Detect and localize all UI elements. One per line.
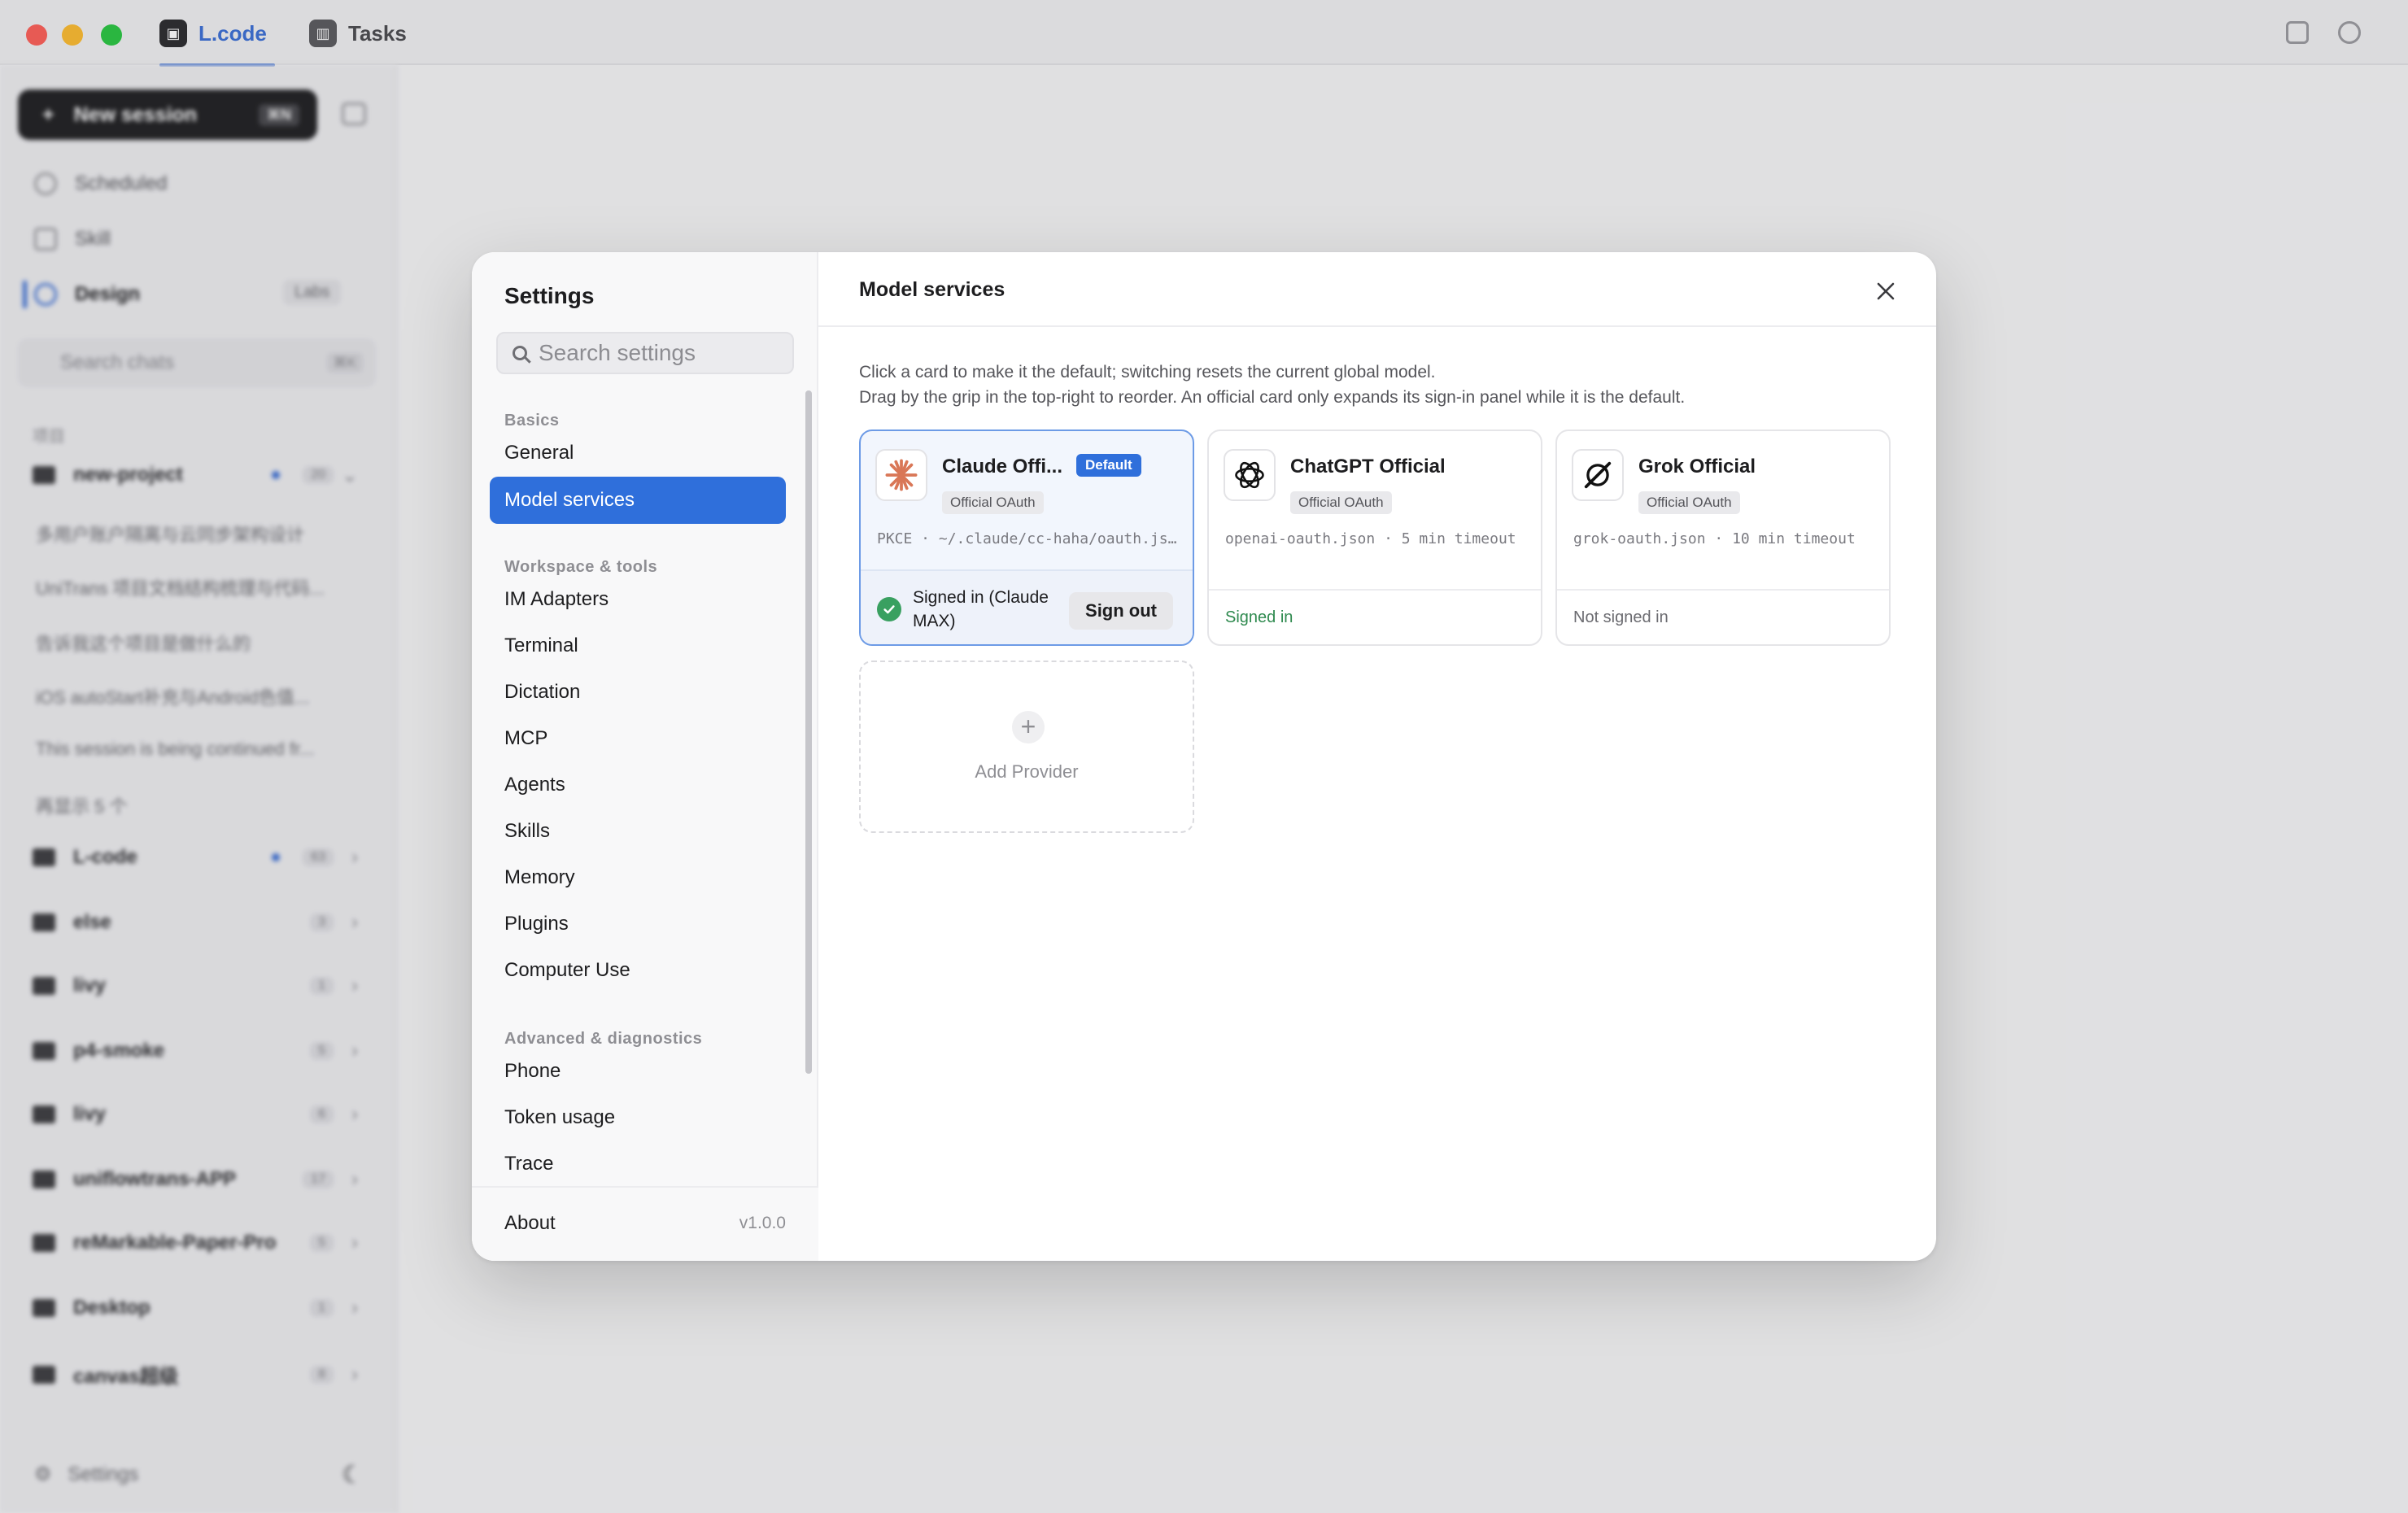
provider-detail: openai-oauth.json · 5 min timeout — [1225, 530, 1516, 547]
nav-item-trace[interactable]: Trace — [490, 1140, 786, 1188]
search-icon — [513, 346, 527, 360]
description-line: Drag by the grip in the top-right to reo… — [859, 388, 1686, 407]
sign-out-button[interactable]: Sign out — [1069, 592, 1173, 630]
nav-item-about[interactable]: About — [504, 1212, 556, 1235]
provider-card-chatgpt[interactable]: ChatGPT Official Official OAuth openai-o… — [1207, 429, 1542, 646]
settings-nav-scrollbar[interactable] — [805, 390, 812, 1074]
default-badge: Default — [1076, 454, 1141, 477]
provider-name: Claude Offi... — [942, 456, 1063, 477]
claude-icon — [875, 449, 927, 501]
nav-group-advanced-diagnostics: Advanced & diagnostics — [504, 1030, 703, 1048]
provider-card-claude[interactable]: Claude Offi... Default Official OAuth PK… — [859, 429, 1194, 646]
sign-in-status: Signed in (Claude MAX) — [877, 586, 1067, 633]
provider-detail: grok-oauth.json · 10 min timeout — [1573, 530, 1856, 547]
plus-icon: + — [1012, 711, 1045, 743]
nav-item-model-services[interactable]: Model services — [490, 477, 786, 524]
provider-name: Grok Official — [1638, 456, 1756, 477]
nav-item-terminal[interactable]: Terminal — [490, 622, 786, 669]
nav-item-dictation[interactable]: Dictation — [490, 669, 786, 716]
settings-title: Settings — [504, 283, 595, 308]
auth-type-badge: Official OAuth — [1638, 491, 1740, 514]
content-header: Model services — [818, 252, 1936, 327]
settings-search-field[interactable] — [496, 332, 794, 374]
settings-search-input[interactable] — [539, 340, 783, 366]
nav-item-phone[interactable]: Phone — [490, 1048, 786, 1095]
status-text: Not signed in — [1573, 608, 1669, 626]
nav-group-basics: Basics — [504, 412, 560, 429]
close-button[interactable] — [1871, 277, 1900, 306]
card-footer: Not signed in — [1557, 589, 1889, 644]
provider-card-grok[interactable]: Grok Official Official OAuth grok-oauth.… — [1555, 429, 1891, 646]
close-icon — [1877, 282, 1895, 300]
sign-in-panel: Signed in (Claude MAX) Sign out — [861, 569, 1193, 644]
grok-icon — [1572, 449, 1624, 501]
provider-name: ChatGPT Official — [1290, 456, 1446, 477]
nav-item-memory[interactable]: Memory — [490, 854, 786, 901]
page-title: Model services — [859, 278, 1006, 301]
add-provider-label: Add Provider — [975, 761, 1079, 782]
openai-icon — [1224, 449, 1276, 501]
nav-item-agents[interactable]: Agents — [490, 761, 786, 809]
nav-group-workspace-tools: Workspace & tools — [504, 558, 658, 576]
nav-item-computer-use[interactable]: Computer Use — [490, 947, 786, 994]
card-footer: Signed in — [1209, 589, 1541, 644]
status-text: Signed in — [1225, 608, 1293, 626]
nav-item-im-adapters[interactable]: IM Adapters — [490, 576, 786, 623]
add-provider-button[interactable]: + Add Provider — [859, 661, 1194, 833]
description-line: Click a card to make it the default; swi… — [859, 363, 1436, 382]
settings-nav-footer: About v1.0.0 — [472, 1186, 818, 1261]
nav-item-plugins[interactable]: Plugins — [490, 900, 786, 948]
nav-item-skills[interactable]: Skills — [490, 808, 786, 855]
auth-type-badge: Official OAuth — [1290, 491, 1392, 514]
settings-sidebar: Settings Basics General Model services W… — [472, 252, 818, 1261]
nav-item-token-usage[interactable]: Token usage — [490, 1094, 786, 1141]
nav-item-mcp[interactable]: MCP — [490, 715, 786, 762]
check-circle-icon — [877, 597, 901, 621]
settings-dialog: Settings Basics General Model services W… — [472, 252, 1936, 1261]
provider-detail: PKCE · ~/.claude/cc-haha/oauth.json — [877, 530, 1180, 547]
app-version: v1.0.0 — [739, 1214, 786, 1232]
settings-content: Model services Click a card to make it t… — [818, 252, 1936, 1261]
auth-type-badge: Official OAuth — [942, 491, 1044, 514]
nav-item-general[interactable]: General — [490, 429, 786, 477]
app-window: ▣ L.code ▥ Tasks + New session ⌘N Schedu… — [0, 0, 2408, 1513]
status-text: Signed in (Claude MAX) — [913, 588, 1049, 630]
